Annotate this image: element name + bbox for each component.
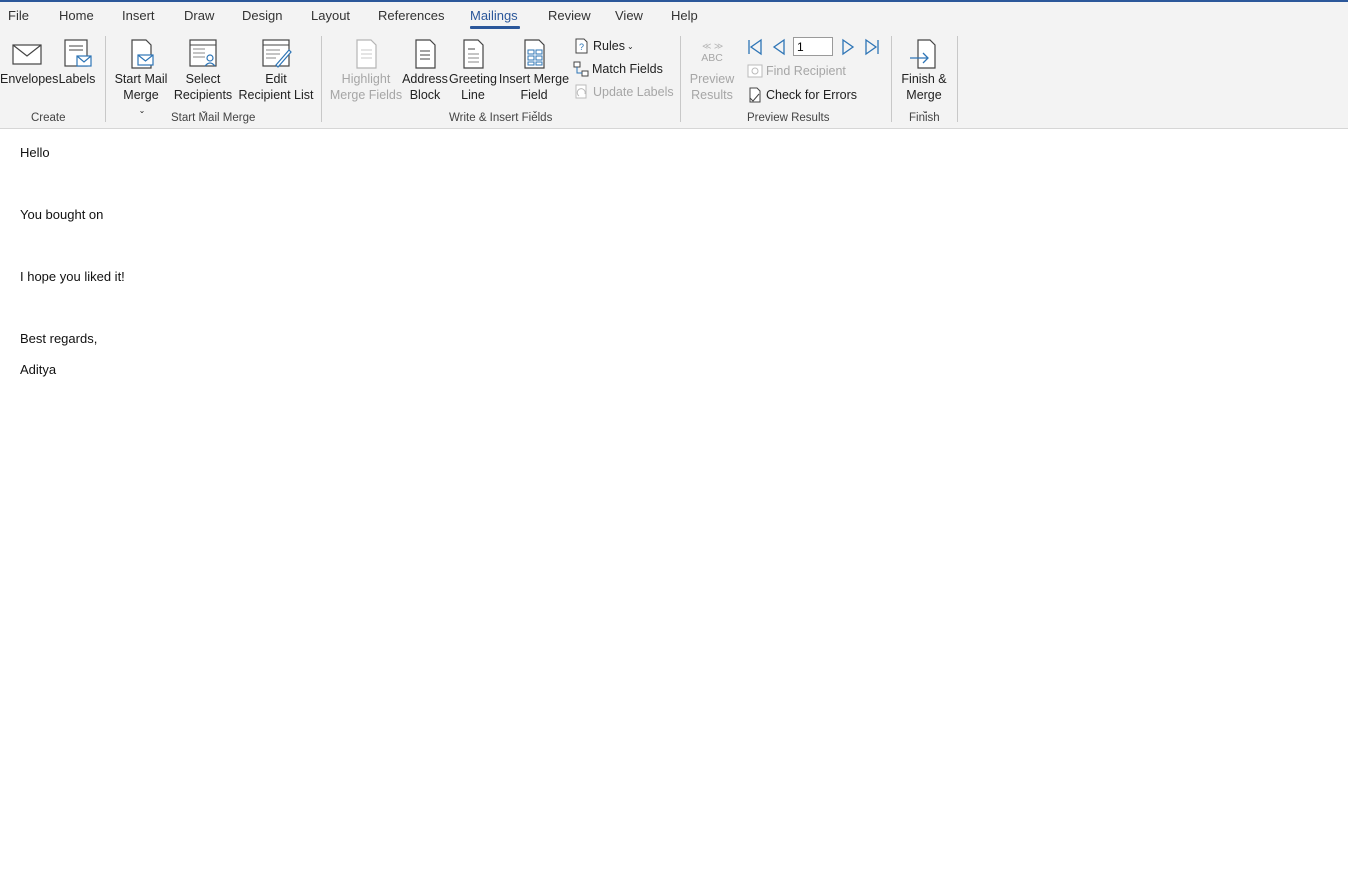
highlight-merge-fields-button[interactable]: Highlight Merge Fields	[328, 36, 404, 108]
mail-merge-document-icon	[131, 39, 154, 69]
insert-field-icon	[524, 39, 545, 69]
ribbon-tabs: File Home Insert Draw Design Layout Refe…	[0, 2, 1348, 32]
tab-draw[interactable]: Draw	[184, 8, 214, 23]
envelope-icon	[12, 44, 42, 65]
active-tab-indicator	[470, 26, 520, 29]
match-fields-icon	[573, 61, 589, 77]
document-line[interactable]: You bought on	[20, 207, 103, 222]
abc-text: ABC	[701, 52, 723, 64]
group-separator	[105, 36, 106, 122]
group-label-write-insert: Write & Insert Fields	[449, 112, 553, 124]
update-labels-label: Update Labels	[593, 85, 674, 99]
labels-icon	[64, 39, 92, 67]
first-record-icon[interactable]	[746, 38, 764, 56]
tab-mailings[interactable]: Mailings	[470, 8, 518, 23]
check-errors-icon	[749, 87, 761, 103]
rules-label: Rules	[593, 39, 625, 53]
highlight-label-2: Merge Fields	[329, 88, 403, 102]
group-separator	[957, 36, 958, 122]
greeting-line-label-2: Line	[461, 88, 485, 102]
document-line[interactable]: Aditya	[20, 362, 56, 377]
previous-record-icon[interactable]	[770, 38, 788, 56]
document-line[interactable]: I hope you liked it!	[20, 269, 125, 284]
tab-view[interactable]: View	[615, 8, 643, 23]
start-mail-merge-label-1: Start Mail	[114, 72, 168, 86]
find-recipient-icon	[747, 64, 763, 78]
highlight-label-1: Highlight	[341, 72, 391, 86]
envelopes-label: Envelopes	[0, 72, 59, 86]
document-line[interactable]: Best regards,	[20, 331, 97, 346]
group-separator	[680, 36, 681, 122]
group-separator	[321, 36, 322, 122]
finish-merge-button[interactable]: Finish & Merge ⌄	[896, 36, 952, 115]
tab-references[interactable]: References	[378, 8, 444, 23]
insert-merge-field-button[interactable]: Insert Merge Field ⌄	[498, 36, 570, 115]
insert-merge-field-label-1: Insert Merge	[498, 72, 570, 86]
tab-help[interactable]: Help	[671, 8, 698, 23]
check-for-errors-button[interactable]: Check for Errors	[747, 85, 857, 105]
preview-results-button[interactable]: ≪ ≫ ABC Preview Results	[686, 36, 738, 108]
match-fields-button[interactable]: Match Fields	[573, 59, 663, 79]
edit-recipient-list-label-1: Edit	[265, 72, 287, 86]
insert-merge-field-label-2: Field	[520, 88, 548, 102]
group-label-finish: Finish	[909, 112, 940, 124]
chevron-down-icon: ⌄	[138, 106, 146, 115]
labels-button[interactable]: Labels	[56, 36, 98, 108]
group-separator	[891, 36, 892, 122]
rules-icon: ?	[575, 38, 588, 54]
select-recipients-label-1: Select	[185, 72, 221, 86]
tab-insert[interactable]: Insert	[122, 8, 155, 23]
find-recipient-button[interactable]: Find Recipient	[747, 61, 846, 81]
greeting-line-icon	[463, 39, 484, 69]
match-fields-label: Match Fields	[592, 62, 663, 76]
rules-button[interactable]: ? Rules ⌄	[574, 36, 634, 56]
group-label-start-mail-merge: Start Mail Merge	[171, 112, 256, 124]
check-for-errors-label: Check for Errors	[766, 88, 857, 102]
address-block-icon	[415, 39, 436, 69]
preview-results-label-1: Preview	[689, 72, 735, 86]
tab-file[interactable]: File	[8, 8, 29, 23]
address-block-label-1: Address	[402, 72, 448, 86]
chevron-down-icon: ⌄	[626, 41, 634, 51]
finish-merge-label-1: Finish &	[901, 72, 947, 86]
tab-home[interactable]: Home	[59, 8, 94, 23]
group-label-create: Create	[31, 112, 66, 124]
greeting-line-button[interactable]: Greeting Line	[449, 36, 497, 108]
tab-layout[interactable]: Layout	[311, 8, 350, 23]
start-mail-merge-label-2: Merge	[123, 88, 159, 102]
edit-recipient-list-button[interactable]: Edit Recipient List	[238, 36, 314, 108]
recipient-list-icon	[189, 39, 217, 67]
start-mail-merge-button[interactable]: Start Mail Merge ⌄	[112, 36, 170, 115]
address-block-button[interactable]: Address Block	[402, 36, 448, 108]
last-record-icon[interactable]	[863, 38, 881, 56]
finish-merge-label-2: Merge	[906, 88, 942, 102]
finish-merge-icon	[910, 39, 936, 69]
envelopes-button[interactable]: Envelopes	[0, 36, 59, 108]
find-recipient-label: Find Recipient	[766, 64, 846, 78]
edit-recipient-list-label-2: Recipient List	[238, 88, 314, 102]
update-labels-icon	[575, 84, 587, 99]
highlight-fields-icon	[356, 39, 377, 69]
svg-text:?: ?	[579, 42, 584, 52]
tab-design[interactable]: Design	[242, 8, 282, 23]
select-recipients-label-2: Recipients	[173, 88, 233, 102]
greeting-line-label-1: Greeting	[449, 72, 497, 86]
next-record-icon[interactable]	[839, 38, 857, 56]
preview-results-label-2: Results	[691, 88, 733, 102]
labels-label: Labels	[58, 72, 96, 86]
document-line[interactable]: Hello	[20, 145, 50, 160]
select-recipients-button[interactable]: Select Recipients ⌄	[170, 36, 236, 115]
edit-list-icon	[262, 39, 292, 68]
update-labels-button[interactable]: Update Labels	[574, 82, 674, 102]
record-number-input[interactable]	[793, 37, 833, 56]
address-block-label-2: Block	[409, 88, 441, 102]
tab-review[interactable]: Review	[548, 8, 591, 23]
group-label-preview-results: Preview Results	[747, 112, 830, 124]
